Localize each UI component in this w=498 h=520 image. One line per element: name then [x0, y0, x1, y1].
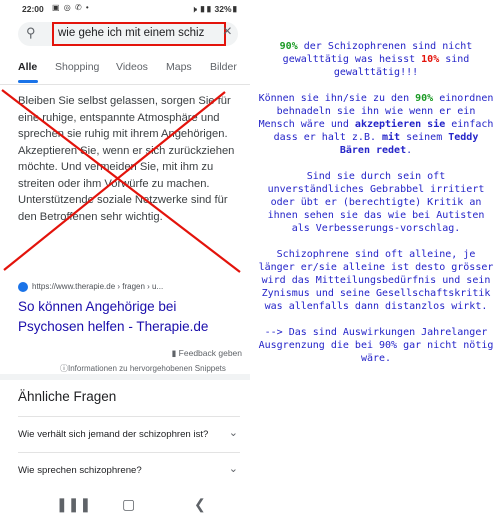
related-question-row[interactable]: Wie sprechen schizophrene? ⌄ [18, 452, 240, 486]
related-question-text: Wie sprechen schizophrene? [18, 465, 142, 476]
home-icon[interactable]: ▢ [122, 496, 135, 513]
source-url: https://www.therapie.de › fragen › u... [32, 282, 164, 292]
related-question-row[interactable]: Wie verhält sich jemand der schizophren … [18, 416, 240, 450]
phone-screenshot: 22:00 ▣ ◎ ✆ • 🕨 ▮▮ 32%▮ ⚲ wie gehe ich m… [0, 0, 250, 520]
result-source[interactable]: https://www.therapie.de › fragen › u... [18, 282, 163, 292]
red-cross-mark [1, 89, 241, 273]
site-favicon-icon [18, 282, 28, 292]
comment-paragraph-5: --> Das sind Auswirkungen Jahrelanger Au… [258, 327, 494, 364]
android-nav-bar: ❚❚❚ ▢ ❮ [0, 492, 250, 520]
comment-paragraph-4: Schizophrene sind oft alleine, je länger… [258, 249, 494, 312]
comment-paragraph-2: Können sie ihn/sie zu den 90% einordnen … [258, 93, 494, 156]
related-question-text: Wie verhält sich jemand der schizophren … [18, 429, 209, 440]
result-title-link[interactable]: So können Angehörige bei Psychosen helfe… [18, 297, 243, 337]
chevron-down-icon: ⌄ [228, 463, 238, 475]
handwritten-comment: 90% der Schizophrenen sind nicht gewaltt… [256, 40, 496, 378]
comment-paragraph-3: Sind sie durch sein oft unverständliches… [267, 171, 485, 234]
back-icon[interactable]: ❮ [194, 496, 206, 513]
info-label: Informationen zu hervorgehobenen Snippet… [68, 364, 226, 373]
recent-apps-icon[interactable]: ❚❚❚ [56, 496, 91, 513]
section-divider [0, 374, 250, 380]
chevron-down-icon: ⌄ [228, 427, 238, 439]
related-questions-heading: Ähnliche Fragen [18, 389, 117, 404]
feedback-label: Feedback geben [178, 348, 242, 358]
info-icon: ⓘ [60, 364, 68, 373]
snippet-info-link[interactable]: ⓘInformationen zu hervorgehobenen Snippe… [60, 363, 226, 374]
feedback-icon: ▮ [171, 348, 179, 358]
feedback-button[interactable]: ▮ Feedback geben [172, 348, 242, 359]
comment-paragraph-1: 90% der Schizophrenen sind nicht gewaltt… [279, 41, 473, 78]
